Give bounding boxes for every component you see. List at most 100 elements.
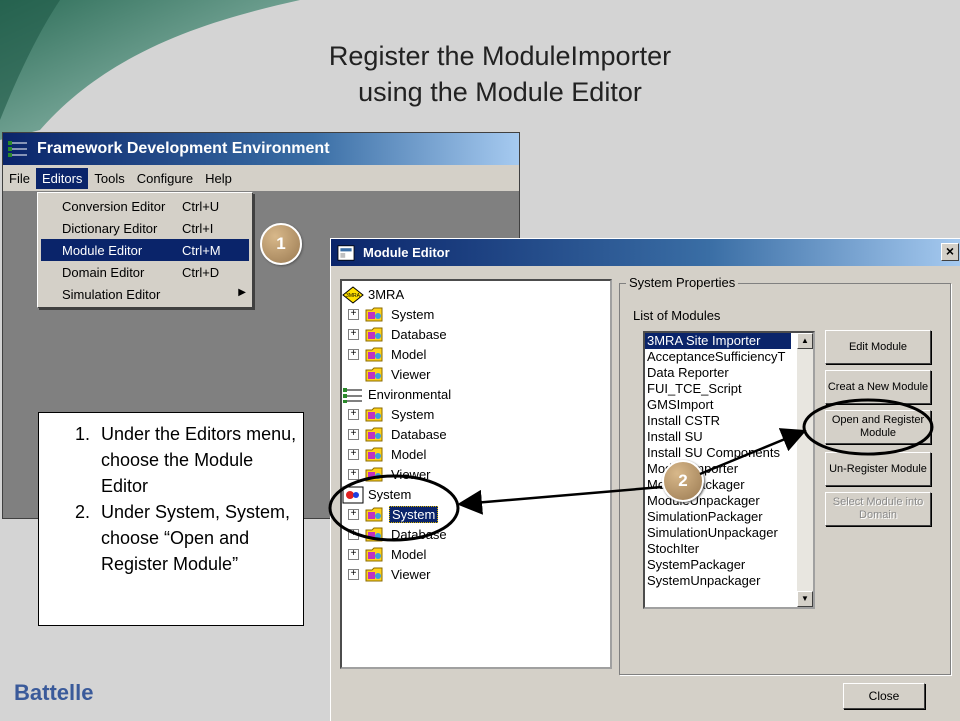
menu-help[interactable]: Help <box>199 168 238 189</box>
module-list-item[interactable]: Install SU Components <box>645 445 813 461</box>
tree-root-node[interactable]: System <box>342 485 413 503</box>
folder-icon <box>365 406 385 423</box>
tree-root-node[interactable]: 3MRA 3MRA <box>342 285 406 304</box>
menu-item-domain-editor[interactable]: Domain Editor Ctrl+D <box>38 261 252 283</box>
menu-item-simulation-editor[interactable]: Simulation Editor ▶ <box>38 283 252 305</box>
expand-plus-icon[interactable]: + <box>348 308 359 320</box>
tree-node-label: 3MRA <box>368 286 405 302</box>
tree-child-node[interactable]: + Viewer <box>348 465 433 483</box>
module-editor-titlebar: Module Editor <box>331 239 960 266</box>
folder-icon <box>365 506 385 523</box>
tree-child-node[interactable]: + Model <box>348 545 428 563</box>
tree-child-node[interactable]: + Database <box>348 525 449 543</box>
menu-item-dictionary-editor[interactable]: Dictionary Editor Ctrl+I <box>38 217 252 239</box>
tree-child-node[interactable]: + System <box>348 305 436 323</box>
tree-node-label: Viewer <box>391 466 431 482</box>
tree-node-label: Database <box>391 526 447 542</box>
expand-plus-icon[interactable]: + <box>348 328 359 340</box>
edit-module-button[interactable]: Edit Module <box>825 330 931 364</box>
module-tree: 3MRA3MRA+System+Database+Model+ViewerEnv… <box>340 279 612 669</box>
select-module-into-domain-button[interactable]: Select Module into Domain <box>825 492 931 526</box>
tree-child-node[interactable]: +Viewer <box>348 365 433 383</box>
tree-child-node[interactable]: + Model <box>348 445 428 463</box>
battelle-logo: Battelle <box>14 680 94 705</box>
module-list-item[interactable]: AcceptanceSufficiencyT <box>645 349 813 365</box>
fde-title: Framework Development Environment <box>37 140 330 157</box>
scroll-down-icon[interactable]: ▼ <box>797 591 813 607</box>
folder-icon <box>365 566 385 583</box>
menu-item-shortcut: Ctrl+D <box>182 264 220 280</box>
instruction-item: Under System, System, choose “Open and R… <box>95 499 299 577</box>
create-new-module-button[interactable]: Creat a New Module <box>825 370 931 404</box>
menu-tools[interactable]: Tools <box>88 168 130 189</box>
tree-child-node[interactable]: + Database <box>348 325 449 343</box>
editors-dropdown: Conversion Editor Ctrl+U Dictionary Edit… <box>37 192 253 308</box>
list-of-modules-label: List of Modules <box>633 308 721 323</box>
module-list-item[interactable]: SystemUnpackager <box>645 573 813 589</box>
menu-item-module-editor[interactable]: Module Editor Ctrl+M <box>41 239 249 261</box>
expand-plus-icon[interactable]: + <box>348 428 359 440</box>
tree-child-node[interactable]: + System <box>348 505 439 523</box>
tree-child-node[interactable]: +Viewer <box>348 565 433 583</box>
scroll-up-icon[interactable]: ▲ <box>797 333 813 349</box>
module-list-item[interactable]: Install CSTR <box>645 413 813 429</box>
tree-node-label: System <box>391 306 435 322</box>
tree-node-label: Environmental <box>368 386 452 402</box>
menu-file[interactable]: File <box>3 168 36 189</box>
module-list-item[interactable]: Data Reporter <box>645 365 813 381</box>
folder-icon <box>365 426 385 443</box>
module-list-item[interactable]: FUI_TCE_Script <box>645 381 813 397</box>
listbox-scrollbar[interactable]: ▲ ▼ <box>797 333 813 607</box>
unregister-module-button[interactable]: Un-Register Module <box>825 452 931 486</box>
module-list-item[interactable]: Install SU <box>645 429 813 445</box>
svg-text:3MRA: 3MRA <box>346 293 361 299</box>
folder-icon <box>365 526 385 543</box>
expand-plus-icon[interactable]: + <box>348 568 359 580</box>
menu-item-label: Simulation Editor <box>62 286 161 302</box>
menu-item-shortcut: Ctrl+M <box>182 242 221 258</box>
tree-node-label: Model <box>391 446 427 462</box>
folder-icon <box>365 326 385 343</box>
expand-plus-icon[interactable]: + <box>348 348 359 360</box>
module-list-item[interactable]: SystemPackager <box>645 557 813 573</box>
menu-item-label: Domain Editor <box>62 264 145 280</box>
module-list-item[interactable]: 3MRA Site Importer <box>645 333 791 349</box>
module-list-item[interactable]: SimulationPackager <box>645 509 813 525</box>
tree-child-node[interactable]: + Model <box>348 345 428 363</box>
close-icon[interactable]: × <box>941 243 959 261</box>
expand-plus-icon[interactable]: + <box>348 408 359 420</box>
folder-icon <box>365 366 385 383</box>
module-list-item[interactable]: SimulationUnpackager <box>645 525 813 541</box>
module-list-item[interactable]: StochIter <box>645 541 813 557</box>
folder-icon <box>365 546 385 563</box>
folder-icon <box>365 346 385 363</box>
tree-root-node[interactable]: Environmental <box>342 385 453 403</box>
slide-title-line1: Register the ModuleImporter <box>328 41 672 71</box>
menu-item-shortcut: Ctrl+I <box>182 220 214 236</box>
module-editor-icon <box>337 244 355 261</box>
fde-titlebar: Framework Development Environment <box>3 133 519 165</box>
tree-node-label: Database <box>391 326 447 342</box>
tree-node-label: Database <box>391 426 447 442</box>
close-button[interactable]: Close <box>843 683 925 709</box>
expand-plus-icon[interactable]: + <box>348 508 359 520</box>
menu-editors[interactable]: Editors <box>35 167 89 189</box>
menu-item-conversion-editor[interactable]: Conversion Editor Ctrl+U <box>38 195 252 217</box>
expand-plus-icon[interactable]: + <box>348 468 359 480</box>
3mra-icon: 3MRA <box>342 285 364 304</box>
expand-plus-icon[interactable]: + <box>348 448 359 460</box>
tree-child-node[interactable]: + Database <box>348 425 449 443</box>
slide-title: Register the ModuleImporter using the Mo… <box>270 38 730 110</box>
module-list-item[interactable]: GMSImport <box>645 397 813 413</box>
expand-plus-icon[interactable]: + <box>348 528 359 540</box>
menu-configure[interactable]: Configure <box>131 168 199 189</box>
tree-node-label: Model <box>391 346 427 362</box>
open-register-module-button[interactable]: Open and Register Module <box>825 410 931 444</box>
tree-node-label: Model <box>391 546 427 562</box>
folder-icon <box>365 306 385 323</box>
instructions-list: Under the Editors menu, choose the Modul… <box>49 421 299 577</box>
system-properties-label: System Properties <box>626 275 739 290</box>
tree-child-node[interactable]: + System <box>348 405 436 423</box>
expand-plus-icon[interactable]: + <box>348 548 359 560</box>
module-editor-window: Module Editor × 3MRA 3MRA + System + Database… <box>330 238 960 721</box>
